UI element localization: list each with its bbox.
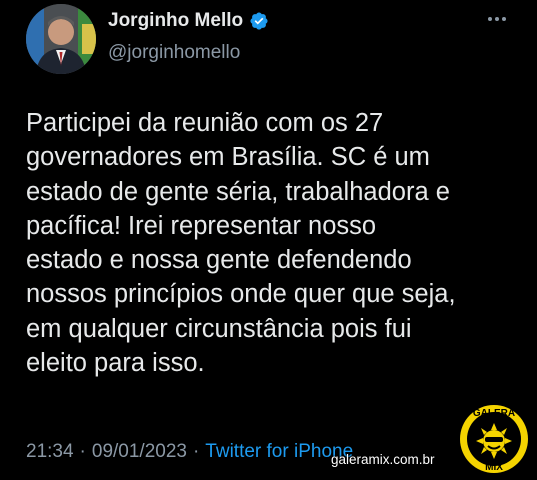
avatar[interactable]: [26, 4, 96, 74]
more-dot: [495, 17, 499, 21]
galeramix-logo: GALERA MIX: [457, 402, 531, 476]
meta-separator: ·: [79, 441, 86, 462]
verified-badge-icon: [250, 12, 268, 30]
watermark-site: galeramix.com.br: [331, 452, 435, 467]
svg-text:GALERA: GALERA: [473, 408, 515, 419]
display-name[interactable]: Jorginho Mello: [108, 10, 243, 32]
avatar-photo: [26, 4, 96, 74]
author-name-row: Jorginho Mello: [108, 10, 269, 32]
tweet-time[interactable]: 21:34: [26, 441, 74, 462]
tweet-text: Participei da reunião com os 27 governad…: [26, 109, 456, 378]
more-dot: [502, 17, 506, 21]
more-options-icon[interactable]: [488, 14, 512, 24]
more-dot: [488, 17, 492, 21]
author-handle[interactable]: @jorginhomello: [108, 42, 240, 64]
meta-separator: ·: [192, 441, 200, 462]
tweet-date[interactable]: 09/01/2023: [92, 441, 187, 462]
svg-text:MIX: MIX: [485, 462, 503, 473]
tweet-meta: 21:34 · 09/01/2023 · Twitter for iPhone: [26, 441, 353, 463]
